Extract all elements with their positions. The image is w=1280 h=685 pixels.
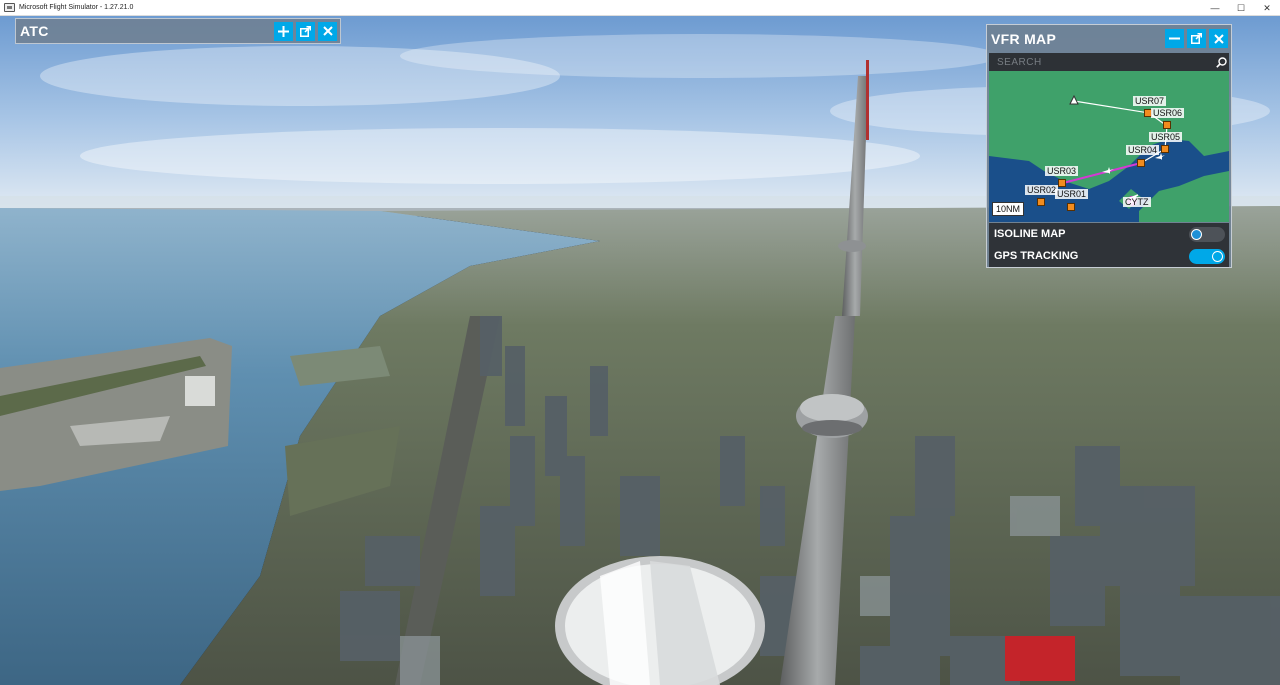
search-button[interactable] [1213, 53, 1229, 71]
app-icon [4, 3, 15, 12]
gps-tracking-row: GPS TRACKING [989, 245, 1229, 267]
isoline-map-toggle[interactable] [1189, 226, 1225, 242]
atc-panel: ATC [15, 18, 341, 44]
waypoint-label-usr02: USR02 [1025, 185, 1059, 195]
window-title: Microsoft Flight Simulator - 1.27.21.0 [19, 4, 134, 11]
waypoint-label-usr04: USR04 [1126, 145, 1160, 155]
window-maximize-button[interactable]: ☐ [1228, 0, 1254, 16]
vfr-map-panel: VFR MAP SEARCH USR07 USR06 USR05 USR04 U… [986, 24, 1232, 268]
vfr-map-header: VFR MAP [987, 25, 1231, 52]
isoline-map-label: ISOLINE MAP [994, 228, 1066, 240]
popout-icon [300, 25, 311, 37]
vfr-map-canvas[interactable]: USR07 USR06 USR05 USR04 USR03 USR02 CYTZ… [989, 71, 1229, 222]
vfr-popout-button[interactable] [1187, 29, 1206, 48]
waypoint-label-usr01: USR01 [1055, 189, 1089, 199]
atc-popout-button[interactable] [296, 21, 315, 41]
gps-tracking-toggle[interactable] [1189, 248, 1225, 264]
minimize-icon [1169, 37, 1180, 40]
vfr-close-button[interactable] [1209, 29, 1228, 48]
search-icon [1215, 56, 1227, 68]
atc-close-button[interactable] [318, 21, 337, 41]
vfr-search-bar [989, 53, 1229, 71]
waypoint-label-usr05: USR05 [1149, 132, 1183, 142]
airport-label: CYTZ [1123, 197, 1151, 207]
window-close-button[interactable]: ✕ [1254, 0, 1280, 16]
waypoint-usr06[interactable] [1163, 121, 1171, 129]
atc-panel-title: ATC [20, 23, 49, 39]
toggle-knob [1212, 250, 1223, 262]
close-icon [322, 26, 333, 36]
plus-icon [278, 25, 289, 37]
waypoint-label-usr07: USR07 [1133, 96, 1167, 106]
waypoint-usr01[interactable] [1067, 203, 1075, 211]
waypoint-usr02[interactable] [1037, 198, 1045, 206]
toggle-knob [1191, 228, 1202, 240]
waypoint-usr03[interactable] [1058, 179, 1066, 187]
window-title-bar: Microsoft Flight Simulator - 1.27.21.0 —… [0, 0, 1280, 16]
waypoint-usr05[interactable] [1161, 145, 1169, 153]
atc-expand-button[interactable] [274, 21, 293, 41]
vfr-minimize-button[interactable] [1165, 29, 1184, 48]
vfr-search-input[interactable] [989, 55, 1213, 69]
popout-icon [1191, 33, 1202, 44]
map-scale: 10NM [992, 202, 1025, 216]
close-icon [1213, 33, 1224, 44]
window-minimize-button[interactable]: — [1202, 0, 1228, 16]
waypoint-label-usr03: USR03 [1045, 166, 1079, 176]
waypoint-usr04[interactable] [1137, 159, 1145, 167]
waypoint-label-usr06: USR06 [1151, 108, 1185, 118]
vfr-map-title: VFR MAP [991, 30, 1057, 47]
window-controls: — ☐ ✕ [1202, 0, 1280, 16]
gps-tracking-label: GPS TRACKING [994, 250, 1079, 262]
vfr-map-graphic [989, 71, 1229, 222]
isoline-map-row: ISOLINE MAP [989, 223, 1229, 245]
